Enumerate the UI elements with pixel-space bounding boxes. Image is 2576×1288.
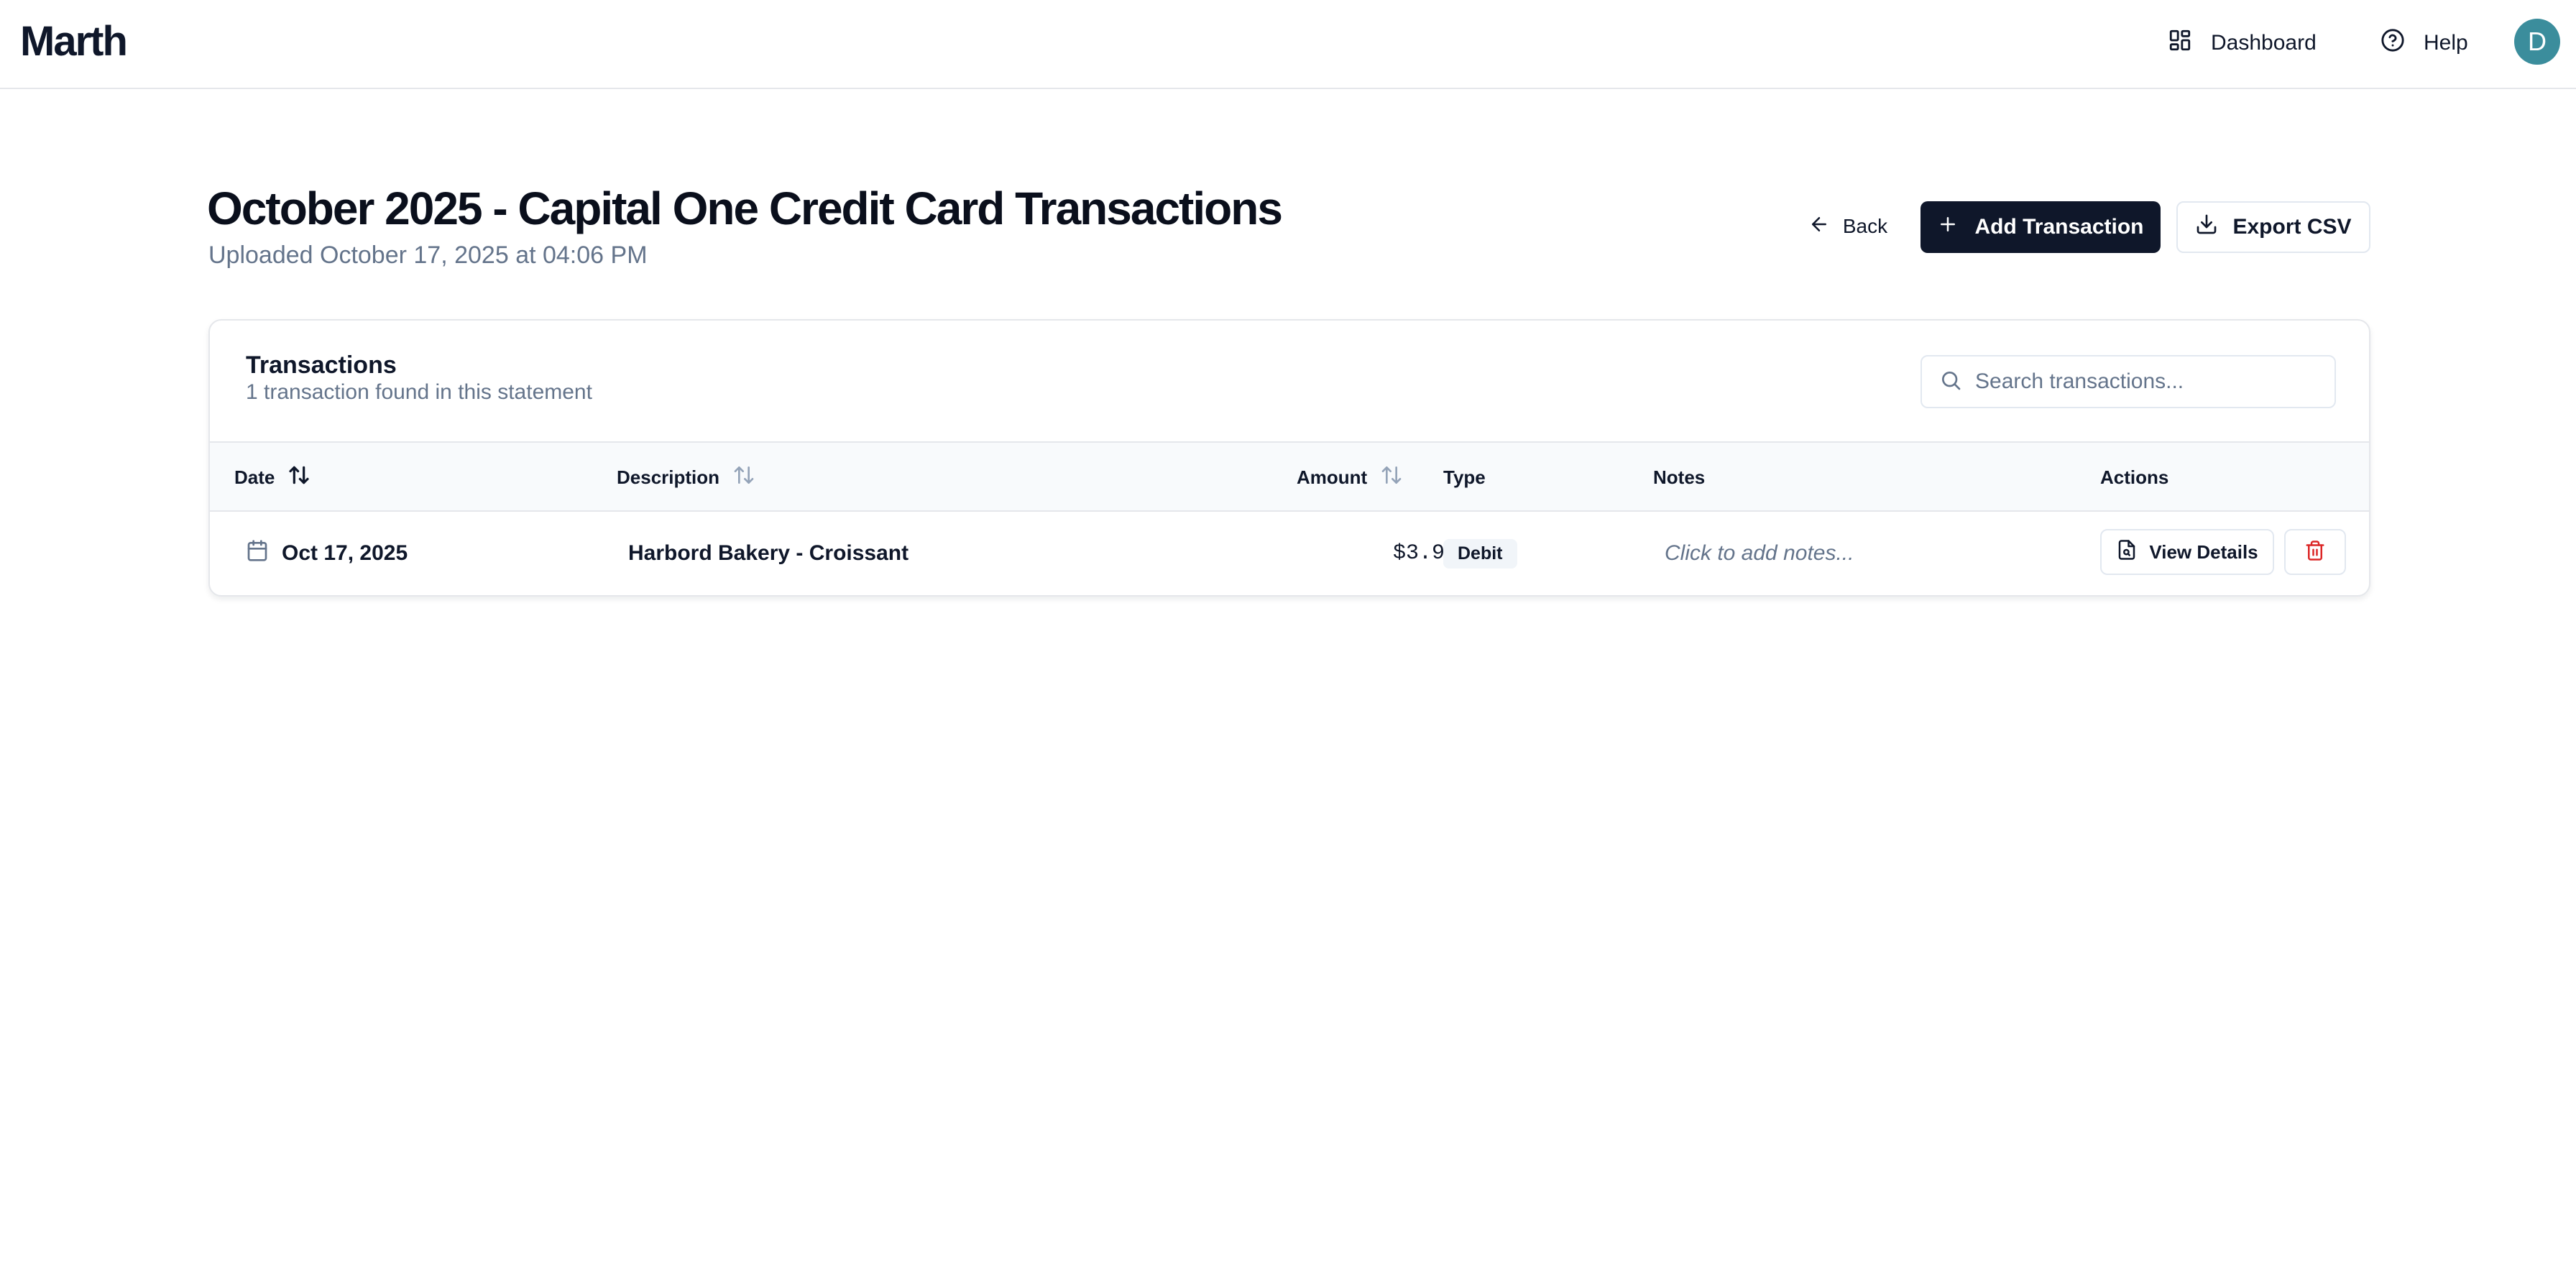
- transactions-card: Transactions 1 transaction found in this…: [208, 319, 2370, 597]
- column-notes-label: Notes: [1653, 466, 1706, 488]
- file-search-icon: [2116, 539, 2138, 566]
- column-header-actions: Actions: [2100, 443, 2168, 512]
- notes-editable[interactable]: Click to add notes...: [1665, 512, 1854, 595]
- column-type-label: Type: [1443, 466, 1486, 488]
- add-transaction-label: Add Transaction: [1974, 215, 2144, 239]
- column-actions-label: Actions: [2100, 466, 2169, 488]
- date-value: Oct 17, 2025: [282, 541, 408, 565]
- column-header-amount[interactable]: Amount: [1297, 443, 1403, 512]
- table-header: Date Description Amount Type Notes Actio…: [210, 441, 2369, 512]
- search-box[interactable]: [1920, 355, 2336, 408]
- arrow-left-icon: [1808, 213, 1830, 240]
- sort-icon[interactable]: [732, 464, 755, 492]
- nav-help-label: Help: [2424, 31, 2468, 55]
- card-title: Transactions: [246, 351, 397, 379]
- column-amount-label: Amount: [1297, 466, 1368, 488]
- nav-dashboard[interactable]: Dashboard: [2168, 22, 2317, 65]
- card-subtitle: 1 transaction found in this statement: [246, 380, 592, 404]
- sort-icon[interactable]: [1380, 464, 1403, 492]
- page-subtitle: Uploaded October 17, 2025 at 04:06 PM: [208, 242, 648, 269]
- view-details-label: View Details: [2149, 540, 2258, 563]
- column-date-label: Date: [234, 466, 275, 488]
- back-button-label: Back: [1842, 215, 1888, 237]
- plus-icon: [1937, 213, 1959, 241]
- search-input[interactable]: [1975, 369, 2320, 394]
- export-csv-button[interactable]: Export CSV: [2176, 201, 2370, 253]
- column-header-type: Type: [1443, 443, 1486, 512]
- user-avatar[interactable]: D: [2514, 19, 2560, 65]
- trash-icon: [2304, 540, 2326, 565]
- cell-description: Harbord Bakery - Croissant: [628, 541, 909, 565]
- type-badge: Debit: [1443, 538, 1517, 569]
- column-header-notes: Notes: [1653, 443, 1705, 512]
- dashboard-grid-icon: [2168, 28, 2192, 58]
- export-csv-label: Export CSV: [2232, 215, 2352, 239]
- cell-date: Oct 17, 2025: [246, 512, 408, 595]
- sort-active-icon[interactable]: [288, 464, 310, 492]
- app-logo[interactable]: Marth: [20, 16, 128, 68]
- nav-dashboard-label: Dashboard: [2211, 31, 2317, 55]
- column-header-date[interactable]: Date: [234, 443, 310, 512]
- back-button[interactable]: Back: [1800, 203, 1896, 250]
- help-circle-icon: [2380, 28, 2405, 58]
- column-description-label: Description: [617, 466, 720, 488]
- page-title: October 2025 - Capital One Credit Card T…: [207, 183, 1283, 234]
- delete-button[interactable]: [2284, 529, 2346, 575]
- search-icon: [1939, 369, 1962, 395]
- column-header-description[interactable]: Description: [617, 443, 755, 512]
- calendar-icon: [246, 539, 269, 568]
- cell-type: Debit: [1443, 512, 1517, 595]
- add-transaction-button[interactable]: Add Transaction: [1920, 201, 2161, 253]
- top-navbar: Marth Dashboard Help D: [0, 0, 2576, 89]
- download-icon: [2195, 213, 2218, 242]
- cell-amount: $3.99: [1392, 541, 1458, 566]
- table-row: Oct 17, 2025 Harbord Bakery - Croissant …: [210, 512, 2369, 595]
- nav-help[interactable]: Help: [2380, 22, 2468, 65]
- view-details-button[interactable]: View Details: [2100, 529, 2274, 575]
